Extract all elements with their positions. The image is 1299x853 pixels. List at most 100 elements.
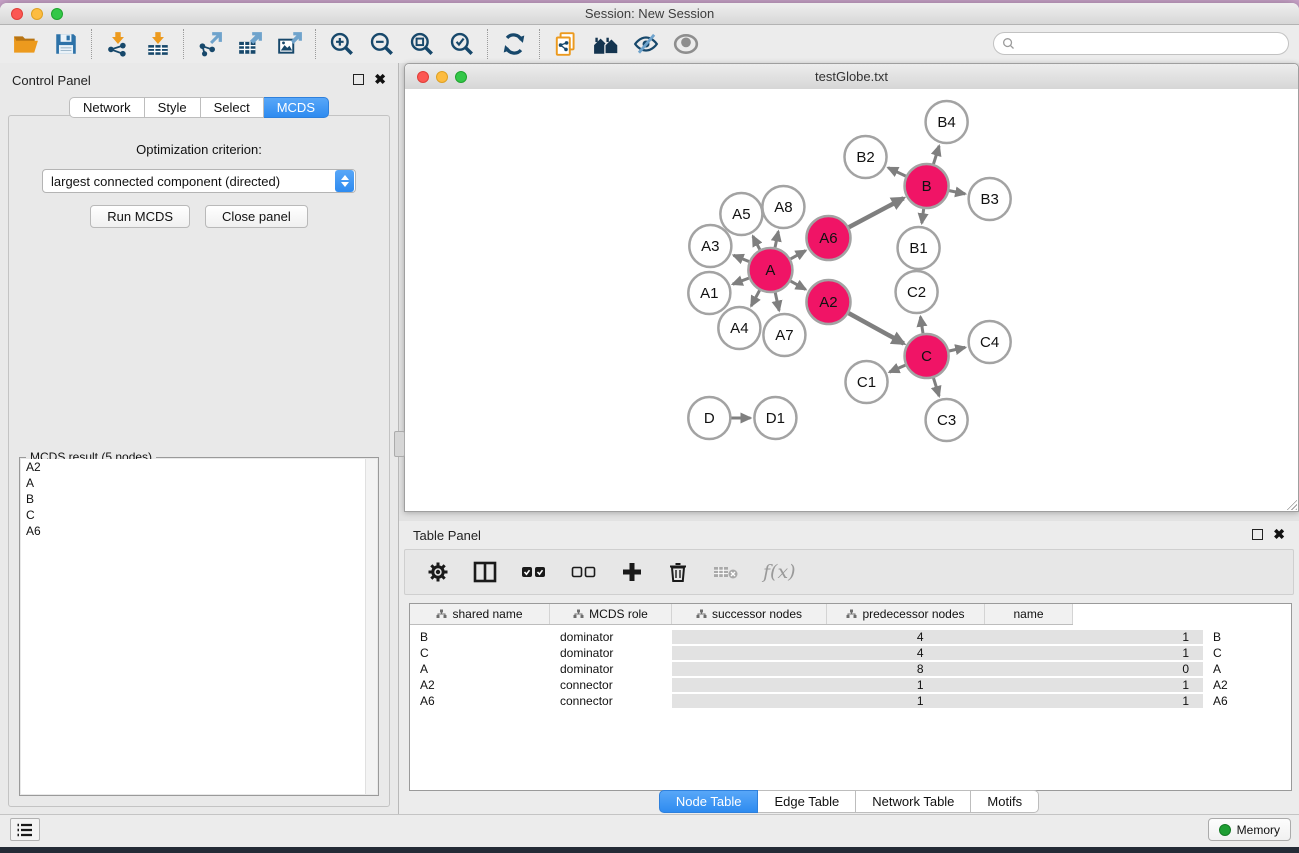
close-window-button[interactable] (11, 8, 23, 20)
graph-edge-A-A1[interactable] (733, 278, 749, 284)
result-item-a[interactable]: A (21, 475, 377, 491)
graph-node-C3[interactable]: C3 (926, 399, 968, 441)
graph-node-A5[interactable]: A5 (720, 193, 762, 235)
tab-network-table[interactable]: Network Table (856, 790, 971, 813)
graph-edge-C-C2[interactable] (920, 317, 923, 334)
open-session-button[interactable] (6, 28, 46, 60)
graph-edge-A-A8[interactable] (775, 232, 778, 248)
result-item-b[interactable]: B (21, 491, 377, 507)
graph-node-B4[interactable]: B4 (926, 101, 968, 143)
memory-button[interactable]: Memory (1208, 818, 1291, 841)
zoom-selected-button[interactable] (442, 28, 482, 60)
graph-edge-A-A5[interactable] (753, 236, 760, 249)
graph-edge-C-C3[interactable] (933, 378, 939, 396)
graph-node-A1[interactable]: A1 (688, 272, 730, 314)
function-builder-button[interactable]: f(x) (763, 561, 796, 583)
column-header-predecessor-nodes[interactable]: predecessor nodes (827, 604, 985, 624)
graph-node-C[interactable]: C (905, 334, 949, 378)
tab-network[interactable]: Network (69, 97, 145, 118)
delete-table-button[interactable] (713, 562, 739, 582)
network-minimize-button[interactable] (436, 71, 448, 83)
graph-edge-A-A3[interactable] (734, 255, 749, 261)
save-session-button[interactable] (46, 28, 86, 60)
table-row[interactable]: Bdominator41B (410, 629, 1291, 645)
network-canvas[interactable]: B4 B2 B B3 A8 A5 A6 A3 B1 A C2 A1 A2 A4 … (405, 89, 1298, 511)
graph-edge-A-A2[interactable] (791, 281, 806, 289)
graph-node-A3[interactable]: A3 (689, 225, 731, 267)
float-panel-icon[interactable] (353, 74, 364, 85)
task-history-button[interactable] (10, 818, 40, 841)
zoom-out-button[interactable] (362, 28, 402, 60)
graph-node-A[interactable]: A (748, 248, 792, 292)
search-field[interactable] (993, 32, 1289, 55)
column-header-shared-name[interactable]: shared name (410, 604, 550, 624)
optimization-criterion-dropdown[interactable]: largest connected component (directed) (42, 169, 356, 193)
select-all-rows-button[interactable] (521, 561, 547, 583)
zoom-fit-button[interactable] (402, 28, 442, 60)
result-item-a6[interactable]: A6 (21, 523, 377, 539)
hide-selected-button[interactable] (626, 28, 666, 60)
close-table-panel-icon[interactable]: ✖ (1273, 529, 1285, 540)
clone-network-button[interactable] (546, 28, 586, 60)
tab-edge-table[interactable]: Edge Table (758, 790, 856, 813)
export-table-button[interactable] (230, 28, 270, 60)
graph-node-A7[interactable]: A7 (763, 314, 805, 356)
column-header-MCDS-role[interactable]: MCDS role (550, 604, 672, 624)
column-header-successor-nodes[interactable]: successor nodes (672, 604, 827, 624)
graph-node-A6[interactable]: A6 (806, 216, 850, 260)
split-divider-handle[interactable] (394, 431, 405, 457)
graph-node-A8[interactable]: A8 (762, 186, 804, 228)
graph-node-B1[interactable]: B1 (898, 227, 940, 269)
result-scrollbar[interactable] (365, 459, 377, 794)
first-neighbors-button[interactable] (586, 28, 626, 60)
minimize-window-button[interactable] (31, 8, 43, 20)
import-network-button[interactable] (98, 28, 138, 60)
graph-node-B[interactable]: B (905, 164, 949, 208)
result-item-c[interactable]: C (21, 507, 377, 523)
maximize-window-button[interactable] (51, 8, 63, 20)
refresh-button[interactable] (494, 28, 534, 60)
graph-edge-B-B2[interactable] (888, 168, 906, 176)
graph-edge-C-C1[interactable] (889, 365, 905, 372)
export-image-button[interactable] (270, 28, 310, 60)
add-column-button[interactable] (621, 561, 643, 583)
show-all-button[interactable] (666, 28, 706, 60)
result-item-a2[interactable]: A2 (21, 459, 377, 475)
toggle-columns-button[interactable] (473, 561, 497, 583)
graph-node-B3[interactable]: B3 (969, 178, 1011, 220)
run-mcds-button[interactable]: Run MCDS (90, 205, 190, 228)
network-maximize-button[interactable] (455, 71, 467, 83)
graph-edge-A-A7[interactable] (775, 293, 779, 311)
close-panel-button[interactable]: Close panel (205, 205, 308, 228)
graph-node-A2[interactable]: A2 (806, 280, 850, 324)
tab-style[interactable]: Style (145, 97, 201, 118)
graph-node-A4[interactable]: A4 (718, 307, 760, 349)
graph-edge-B-B1[interactable] (922, 209, 924, 223)
graph-edge-A2-C[interactable] (849, 313, 904, 343)
graph-node-C2[interactable]: C2 (896, 271, 938, 313)
settings-button[interactable] (427, 561, 449, 583)
table-row[interactable]: A2connector11A2 (410, 677, 1291, 693)
import-table-button[interactable] (138, 28, 178, 60)
table-row[interactable]: Adominator80A (410, 661, 1291, 677)
tab-motifs[interactable]: Motifs (971, 790, 1039, 813)
graph-edge-C-C4[interactable] (949, 347, 965, 351)
network-close-button[interactable] (417, 71, 429, 83)
zoom-in-button[interactable] (322, 28, 362, 60)
graph-edge-B-B3[interactable] (949, 191, 965, 194)
column-header-name[interactable]: name (985, 604, 1073, 624)
graph-node-B2[interactable]: B2 (844, 136, 886, 178)
search-input[interactable] (1020, 36, 1284, 52)
graph-node-D1[interactable]: D1 (754, 397, 796, 439)
deselect-all-rows-button[interactable] (571, 561, 597, 583)
table-row[interactable]: Cdominator41C (410, 645, 1291, 661)
tab-select[interactable]: Select (201, 97, 264, 118)
graph-edge-A6-B[interactable] (849, 198, 904, 227)
graph-edge-A-A6[interactable] (791, 251, 806, 259)
graph-node-D[interactable]: D (688, 397, 730, 439)
export-network-button[interactable] (190, 28, 230, 60)
graph-edge-A-A4[interactable] (751, 290, 759, 306)
tab-node-table[interactable]: Node Table (659, 790, 759, 813)
graph-node-C4[interactable]: C4 (969, 321, 1011, 363)
graph-edge-B-B4[interactable] (933, 146, 939, 164)
